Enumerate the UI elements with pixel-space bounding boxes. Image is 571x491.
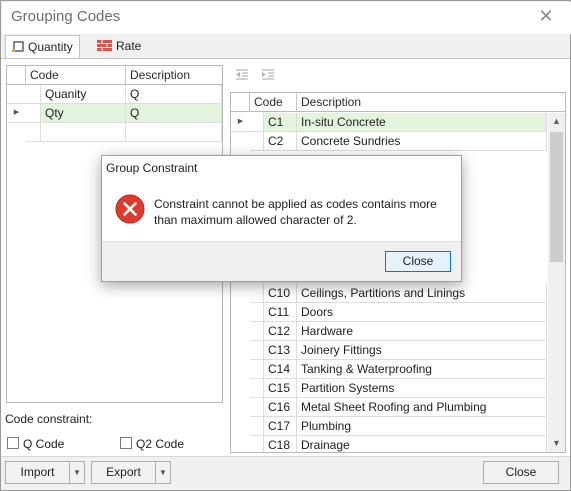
scroll-down-icon[interactable]: ▼ xyxy=(548,435,565,452)
error-icon xyxy=(115,194,145,224)
table-row[interactable]: Quanity Q xyxy=(7,85,222,104)
export-dropdown-chevron-icon[interactable]: ▼ xyxy=(156,462,170,483)
row-spacer xyxy=(250,417,264,436)
description-cell[interactable]: Metal Sheet Roofing and Plumbing xyxy=(297,398,547,417)
description-cell[interactable]: Doors xyxy=(297,303,547,322)
close-button[interactable]: Close xyxy=(483,461,559,484)
row-current-arrow-icon: ▶ xyxy=(7,104,26,123)
description-cell[interactable]: Q xyxy=(126,104,222,123)
code-cell[interactable]: C16 xyxy=(264,398,297,417)
table-row[interactable]: C2 Concrete Sundries xyxy=(231,132,547,151)
row-current-arrow-icon: ▶ xyxy=(231,113,250,132)
import-split-button: Import ▼ xyxy=(5,461,85,484)
q-code-checkbox[interactable] xyxy=(7,437,19,449)
code-cell[interactable]: C14 xyxy=(264,360,297,379)
table-row[interactable]: C12 Hardware xyxy=(231,322,547,341)
code-cell[interactable]: C17 xyxy=(264,417,297,436)
q-code-label: Q Code xyxy=(23,437,65,451)
left-header-code[interactable]: Code xyxy=(26,66,126,85)
row-spacer xyxy=(250,284,264,303)
table-row[interactable]: C14 Tanking & Waterproofing xyxy=(231,360,547,379)
code-cell[interactable]: Quanity xyxy=(41,85,126,104)
code-cell[interactable]: C1 xyxy=(264,113,297,132)
import-dropdown-chevron-icon[interactable]: ▼ xyxy=(70,462,84,483)
description-cell[interactable]: Plumbing xyxy=(297,417,547,436)
description-cell[interactable]: Drainage xyxy=(297,436,547,452)
description-cell[interactable]: Concrete Sundries xyxy=(297,132,547,151)
tab-rate[interactable]: Rate xyxy=(91,35,147,59)
row-indicator xyxy=(7,85,26,104)
row-spacer xyxy=(250,341,264,360)
description-cell[interactable]: Tanking & Waterproofing xyxy=(297,360,547,379)
row-spacer xyxy=(250,360,264,379)
right-header-indicator xyxy=(231,93,250,112)
code-cell[interactable] xyxy=(41,123,126,142)
row-spacer xyxy=(250,436,264,452)
description-cell[interactable]: Partition Systems xyxy=(297,379,547,398)
dialog-title: Group Constraint xyxy=(106,161,198,175)
right-header-description[interactable]: Description xyxy=(297,93,565,112)
indent-icon[interactable] xyxy=(261,68,275,82)
row-spacer xyxy=(250,398,264,417)
row-spacer xyxy=(250,113,264,132)
row-spacer xyxy=(250,322,264,341)
table-row[interactable]: C10 Ceilings, Partitions and Linings xyxy=(231,284,547,303)
description-cell[interactable] xyxy=(126,123,222,142)
outdent-icon[interactable] xyxy=(235,68,249,82)
code-cell[interactable]: C2 xyxy=(264,132,297,151)
code-cell[interactable]: C11 xyxy=(264,303,297,322)
row-spacer xyxy=(250,379,264,398)
description-cell[interactable]: In-situ Concrete xyxy=(297,113,547,132)
window-close-button[interactable]: ✕ xyxy=(534,4,558,28)
code-cell[interactable]: C15 xyxy=(264,379,297,398)
row-spacer xyxy=(26,104,41,123)
row-spacer xyxy=(250,132,264,151)
right-grid-header: Code Description xyxy=(231,93,565,112)
right-header-code[interactable]: Code xyxy=(250,93,297,112)
table-row[interactable]: C15 Partition Systems xyxy=(231,379,547,398)
row-spacer xyxy=(26,85,41,104)
export-split-button: Export ▼ xyxy=(91,461,171,484)
table-row[interactable]: C17 Plumbing xyxy=(231,417,547,436)
q2-code-checkbox[interactable] xyxy=(120,437,132,449)
description-cell[interactable]: Q xyxy=(126,85,222,104)
rate-tab-icon xyxy=(97,36,112,58)
code-cell[interactable]: C13 xyxy=(264,341,297,360)
table-row[interactable]: C13 Joinery Fittings xyxy=(231,341,547,360)
dialog-close-button[interactable]: Close xyxy=(385,251,451,272)
scroll-up-icon[interactable]: ▲ xyxy=(548,113,565,130)
code-cell[interactable]: Qty xyxy=(41,104,126,123)
tab-quantity[interactable]: Quantity xyxy=(5,35,80,59)
group-constraint-dialog: Group Constraint Constraint cannot be ap… xyxy=(101,155,462,282)
left-grid-header: Code Description xyxy=(7,66,222,85)
q2-code-label: Q2 Code xyxy=(136,437,185,451)
import-button[interactable]: Import xyxy=(6,462,70,483)
table-row[interactable]: ▶ Qty Q xyxy=(7,104,222,123)
new-row[interactable] xyxy=(7,123,222,142)
tab-quantity-label: Quantity xyxy=(28,40,73,54)
left-header-description[interactable]: Description xyxy=(126,66,222,85)
code-cell[interactable]: C12 xyxy=(264,322,297,341)
code-cell[interactable]: C18 xyxy=(264,436,297,452)
description-cell[interactable]: Joinery Fittings xyxy=(297,341,547,360)
table-row[interactable]: C16 Metal Sheet Roofing and Plumbing xyxy=(231,398,547,417)
quantity-tab-icon xyxy=(12,37,24,59)
code-cell[interactable]: C10 xyxy=(264,284,297,303)
scrollbar-thumb[interactable] xyxy=(550,132,563,262)
export-button[interactable]: Export xyxy=(92,462,156,483)
left-header-indicator xyxy=(7,66,26,85)
table-row[interactable]: ▶ C1 In-situ Concrete xyxy=(231,113,547,132)
row-spacer xyxy=(26,123,41,142)
table-row[interactable]: C18 Drainage xyxy=(231,436,547,452)
dialog-message-line1: Constraint cannot be applied as codes co… xyxy=(154,197,437,211)
code-constraint-label: Code constraint: xyxy=(5,412,93,426)
description-cell[interactable]: Hardware xyxy=(297,322,547,341)
window-title: Grouping Codes xyxy=(11,8,121,25)
dialog-message-line2: than maximum allowed character of 2. xyxy=(154,213,357,227)
vertical-scrollbar[interactable]: ▲ ▼ xyxy=(548,113,565,452)
table-row[interactable]: C11 Doors xyxy=(231,303,547,322)
tab-rate-label: Rate xyxy=(116,39,142,53)
row-spacer xyxy=(250,303,264,322)
description-cell[interactable]: Ceilings, Partitions and Linings xyxy=(297,284,547,303)
